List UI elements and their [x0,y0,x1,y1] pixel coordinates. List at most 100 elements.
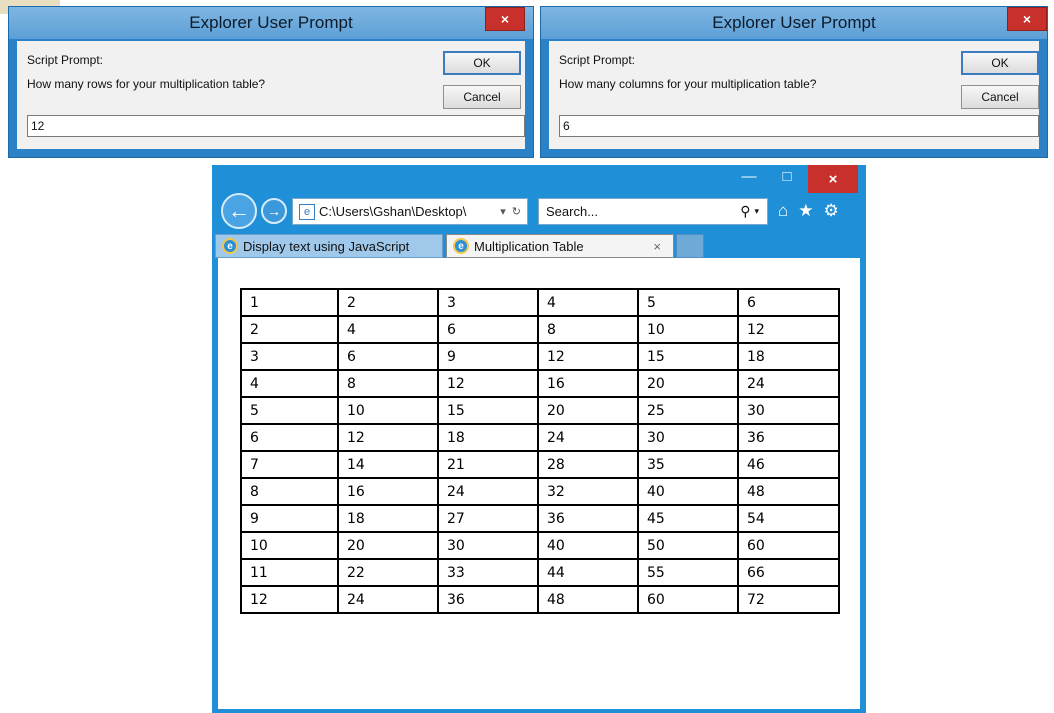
ok-button[interactable]: OK [961,51,1039,75]
table-cell: 18 [437,423,539,452]
table-cell: 20 [537,396,639,425]
forward-button[interactable]: → [261,198,287,224]
table-cell: 24 [337,585,439,614]
table-cell: 2 [337,288,439,317]
table-cell: 30 [737,396,840,425]
table-cell: 27 [437,504,539,533]
table-row: 4 8 12 16 20 24 [240,369,840,398]
address-url[interactable]: C:\Users\Gshan\Desktop\ [319,204,500,219]
table-cell: 20 [337,531,439,560]
table-cell: 55 [637,558,739,587]
prompt-input[interactable]: 6 [559,115,1039,137]
close-window-button[interactable]: × [808,165,858,193]
home-icon[interactable]: ⌂ [778,201,788,221]
table-cell: 60 [737,531,840,560]
table-cell: 12 [240,585,339,614]
table-row: 2 4 6 8 10 12 [240,315,840,344]
tab-strip: e Display text using JavaScript e Multip… [212,232,866,258]
dialog-body: Script Prompt: How many rows for your mu… [17,41,525,149]
table-cell: 3 [240,342,339,371]
address-dropdown-icon[interactable]: ▾ [500,205,506,218]
search-icon[interactable]: ⚲ [740,203,750,220]
dialog-body: Script Prompt: How many columns for your… [549,41,1039,149]
back-button[interactable]: ← [221,193,257,229]
table-cell: 12 [737,315,840,344]
table-cell: 16 [537,369,639,398]
table-cell: 32 [537,477,639,506]
dialog-title: Explorer User Prompt [712,13,876,32]
table-cell: 35 [637,450,739,479]
browser-window: — □ × ← → e C:\Users\Gshan\Desktop\ ▾ ↻ … [212,165,866,713]
table-row: 6 12 18 24 30 36 [240,423,840,452]
table-cell: 12 [537,342,639,371]
table-cell: 30 [437,531,539,560]
table-cell: 10 [240,531,339,560]
table-row: 8 16 24 32 40 48 [240,477,840,506]
table-cell: 2 [240,315,339,344]
table-cell: 5 [637,288,739,317]
gear-icon[interactable]: ⚙ [824,201,839,221]
prompt-question: How many rows for your multiplication ta… [27,77,266,91]
table-cell: 48 [537,585,639,614]
favorites-star-icon[interactable]: ★ [798,201,813,221]
script-prompt-label: Script Prompt: [27,53,104,67]
table-cell: 66 [737,558,840,587]
refresh-icon[interactable]: ↻ [512,205,521,218]
table-cell: 36 [437,585,539,614]
tab-display-text[interactable]: e Display text using JavaScript [215,234,443,258]
dialog-titlebar[interactable]: Explorer User Prompt [541,7,1047,39]
table-cell: 44 [537,558,639,587]
new-tab-button[interactable] [676,234,704,258]
table-cell: 9 [240,504,339,533]
cancel-button[interactable]: Cancel [961,85,1039,109]
table-cell: 24 [437,477,539,506]
table-cell: 21 [437,450,539,479]
page-content: 1 2 3 4 5 6 2 4 6 8 10 12 3 6 9 12 15 18 4 8 12 16 20 24 5 10 15 20… [218,258,860,709]
table-cell: 4 [337,315,439,344]
columns-prompt-dialog: Explorer User Prompt × Script Prompt: Ho… [540,6,1048,158]
search-dropdown-icon[interactable]: ▾ [754,206,759,217]
window-controls: — □ × [728,165,858,193]
address-bar[interactable]: e C:\Users\Gshan\Desktop\ ▾ ↻ [292,198,528,225]
table-cell: 10 [637,315,739,344]
script-prompt-label: Script Prompt: [559,53,636,67]
table-cell: 60 [637,585,739,614]
table-cell: 5 [240,396,339,425]
table-cell: 50 [637,531,739,560]
table-cell: 15 [437,396,539,425]
table-cell: 16 [337,477,439,506]
close-tab-icon[interactable]: × [653,239,661,254]
table-cell: 7 [240,450,339,479]
table-cell: 30 [637,423,739,452]
cancel-button[interactable]: Cancel [443,85,521,109]
table-row: 9 18 27 36 45 54 [240,504,840,533]
table-cell: 9 [437,342,539,371]
ie-logo-icon: e [222,238,238,254]
tab-label: Multiplication Table [474,238,584,254]
table-cell: 8 [537,315,639,344]
minimize-button[interactable]: — [732,165,766,187]
prompt-question: How many columns for your multiplication… [559,77,817,91]
maximize-button[interactable]: □ [770,165,804,187]
table-row: 11 22 33 44 55 66 [240,558,840,587]
tab-multiplication-table[interactable]: e Multiplication Table × [446,234,674,258]
multiplication-table: 1 2 3 4 5 6 2 4 6 8 10 12 3 6 9 12 15 18 4 8 12 16 20 24 5 10 15 20… [240,288,840,614]
table-cell: 6 [240,423,339,452]
table-cell: 33 [437,558,539,587]
dialog-titlebar[interactable]: Explorer User Prompt [9,7,533,39]
ok-button[interactable]: OK [443,51,521,75]
table-cell: 12 [437,369,539,398]
table-cell: 22 [337,558,439,587]
table-cell: 72 [737,585,840,614]
table-cell: 14 [337,450,439,479]
search-input[interactable]: Search... ⚲ ▾ [538,198,768,225]
table-cell: 24 [537,423,639,452]
table-cell: 28 [537,450,639,479]
table-cell: 8 [337,369,439,398]
table-cell: 40 [637,477,739,506]
dialog-title: Explorer User Prompt [189,13,353,32]
prompt-input[interactable]: 12 [27,115,525,137]
dialog-close-button[interactable]: × [485,7,525,31]
ie-logo-icon: e [453,238,469,254]
dialog-close-button[interactable]: × [1007,7,1047,31]
